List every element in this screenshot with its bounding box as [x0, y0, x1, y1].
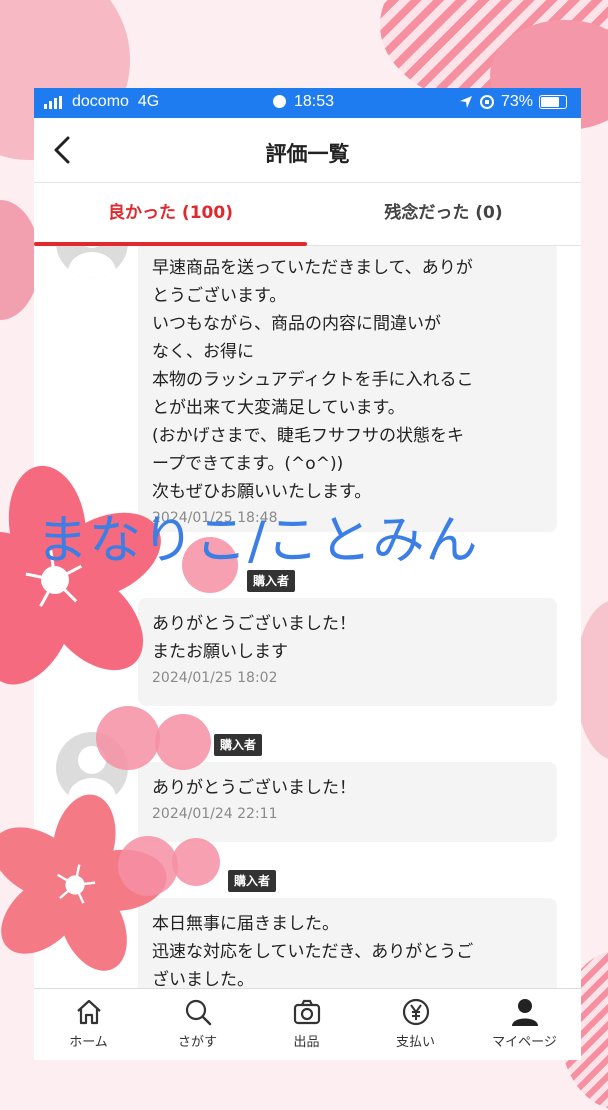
tab-payment-label: 支払い [395, 1035, 435, 1050]
review-text: ありがとうございました！ またお願いします [152, 614, 356, 662]
search-icon [185, 999, 211, 1026]
person-icon [511, 999, 538, 1026]
tab-payment[interactable]: 支払い [361, 997, 470, 1050]
review-text: 早速商品を送っていただきまして、ありが とうございます。 いつもながら、商品の内… [152, 258, 474, 502]
review-item: 本日無事に届きました。 迅速な対応をしていただき、ありがとうご ざいました。 [138, 898, 557, 988]
alarm-icon [273, 95, 286, 108]
tab-search[interactable]: さがす [143, 997, 252, 1050]
clock: 18:53 [294, 93, 335, 110]
location-icon [459, 96, 472, 108]
yen-icon [402, 998, 429, 1026]
review-item: ありがとうございました！ 2024/01/24 22:11 [138, 762, 557, 842]
review-date: 2024/01/25 18:02 [152, 670, 278, 686]
buyer-badge: 購入者 [228, 870, 277, 892]
tab-home-label: ホーム [69, 1035, 108, 1050]
review-text: ありがとうございました！ [152, 778, 356, 798]
tab-home[interactable]: ホーム [34, 997, 143, 1050]
tab-mypage-label: マイページ [492, 1035, 557, 1050]
tab-bar-ratings: 良かった (100) 残念だった (0) [34, 183, 581, 246]
phone-screen: docomo 4G 18:53 73% 評価一覧 良かった (100) 残念だっ… [34, 88, 581, 1060]
tab-bad[interactable]: 残念だった (0) [307, 183, 580, 245]
review-item: 早速商品を送っていただきまして、ありが とうございます。 いつもながら、商品の内… [138, 246, 557, 532]
camera-icon [293, 999, 320, 1025]
watermark-text: まなりこ/ことみん [36, 511, 479, 571]
review-text: 本日無事に届きました。 迅速な対応をしていただき、ありがとうご ざいました。 [152, 914, 474, 988]
tab-mypage[interactable]: マイページ [470, 997, 579, 1050]
tab-search-label: さがす [177, 1035, 217, 1050]
avatar[interactable] [56, 246, 128, 278]
tab-sell-label: 出品 [293, 1035, 320, 1050]
review-list[interactable]: 早速商品を送っていただきまして、ありが とうございます。 いつもながら、商品の内… [34, 246, 581, 988]
carrier-label: docomo [72, 93, 129, 110]
tab-sell[interactable]: 出品 [252, 997, 361, 1050]
buyer-badge: 購入者 [214, 734, 263, 756]
buyer-badge: 購入者 [247, 570, 296, 592]
status-bar: docomo 4G 18:53 73% [34, 88, 581, 118]
page-title: 評価一覧 [265, 142, 350, 166]
tab-good[interactable]: 良かった (100) [34, 183, 307, 245]
rotation-lock-icon [479, 95, 494, 109]
battery-percent: 73% [500, 93, 533, 110]
review-date: 2024/01/24 22:11 [152, 806, 278, 822]
review-item: ありがとうございました！ またお願いします 2024/01/25 18:02 [138, 598, 557, 706]
navigation-bar: 評価一覧 [34, 118, 581, 183]
avatar[interactable] [56, 732, 128, 804]
battery-icon [539, 95, 567, 109]
bottom-tab-bar: ホーム さがす 出品 支払い マイページ [34, 988, 581, 1060]
home-icon [76, 999, 101, 1025]
network-label: 4G [137, 93, 160, 110]
